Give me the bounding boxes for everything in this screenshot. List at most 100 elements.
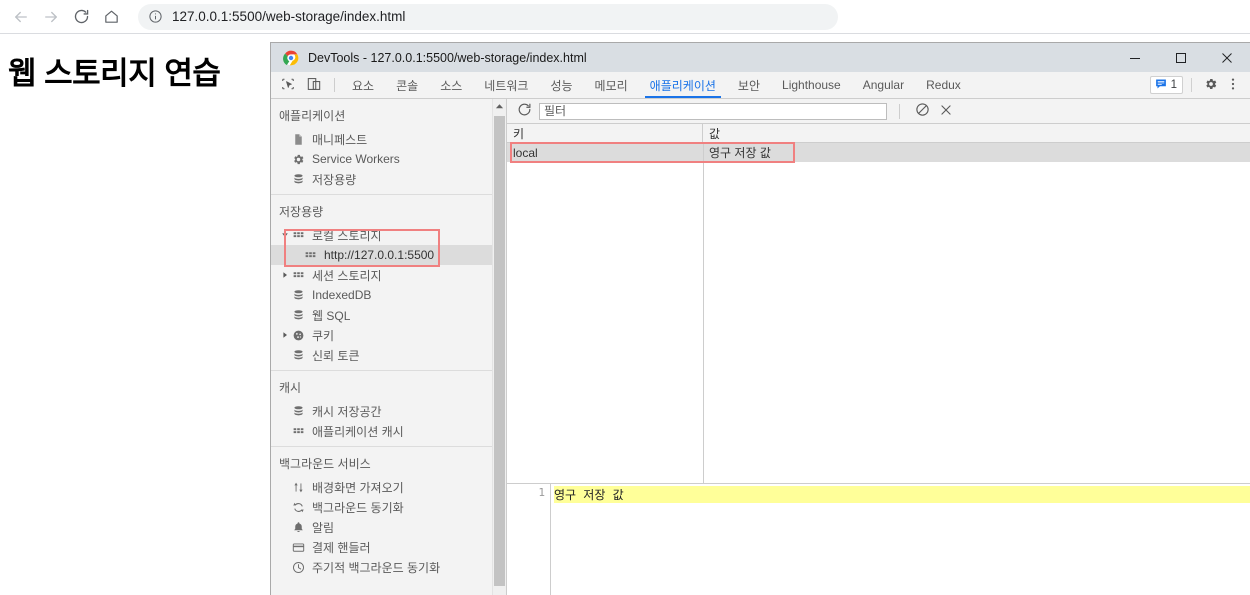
sidebar-item-label: 알림 bbox=[312, 520, 335, 535]
table-row[interactable]: local 영구 저장 값 bbox=[507, 143, 1250, 162]
sidebar-item-label: 웹 SQL bbox=[312, 308, 351, 323]
manifest-document-icon bbox=[290, 133, 307, 146]
tab-4[interactable]: 네트워크 bbox=[473, 72, 539, 98]
sidebar-item[interactable]: 쿠키 bbox=[271, 325, 492, 345]
tab-2[interactable]: 콘솔 bbox=[385, 72, 429, 98]
tabbar-actions-divider bbox=[1191, 78, 1192, 92]
cell-value[interactable]: 영구 저장 값 bbox=[703, 143, 1250, 162]
tab-5[interactable]: 성능 bbox=[539, 72, 583, 98]
message-count-badge[interactable]: 1 bbox=[1149, 76, 1183, 94]
settings-button[interactable] bbox=[1200, 77, 1222, 94]
sidebar-item[interactable]: 로컬 스토리지 bbox=[271, 225, 492, 245]
address-bar[interactable]: 127.0.0.1:5500/web-storage/index.html bbox=[138, 3, 838, 30]
sidebar-item[interactable]: http://127.0.0.1:5500 bbox=[271, 245, 492, 265]
sidebar-item[interactable]: 신뢰 토큰 bbox=[271, 345, 492, 365]
more-options-button[interactable] bbox=[1222, 77, 1244, 94]
tab-label: 요소 bbox=[352, 78, 375, 93]
sidebar-section-header: 백그라운드 서비스 bbox=[279, 457, 371, 471]
application-sidebar: 애플리케이션 매니페스트 Service Workers 저장용량 저장용량 로컬 스토리… bbox=[271, 99, 507, 595]
reload-icon bbox=[73, 8, 90, 25]
sidebar-item[interactable]: IndexedDB bbox=[271, 285, 492, 305]
message-icon bbox=[1155, 78, 1167, 93]
chevron-right-icon[interactable] bbox=[279, 271, 290, 279]
refresh-button[interactable] bbox=[513, 102, 535, 120]
preview-content[interactable]: 영구 저장 값 bbox=[551, 484, 1250, 595]
tab-label: 애플리케이션 bbox=[649, 78, 716, 93]
sync-icon bbox=[290, 501, 307, 514]
clock-icon bbox=[290, 561, 307, 574]
tab-label: 메모리 bbox=[594, 78, 628, 93]
sidebar-item-label: 결제 핸들러 bbox=[312, 540, 371, 555]
sidebar-item[interactable]: 백그라운드 동기화 bbox=[271, 497, 492, 517]
tab-3[interactable]: 소스 bbox=[429, 72, 473, 98]
forward-button[interactable] bbox=[36, 2, 66, 32]
column-divider[interactable] bbox=[703, 143, 704, 483]
sidebar-item-label: 쿠키 bbox=[312, 328, 335, 343]
devtools-titlebar[interactable]: DevTools - 127.0.0.1:5500/web-storage/in… bbox=[271, 43, 1250, 72]
database-icon bbox=[290, 405, 307, 418]
grid-storage-icon bbox=[290, 229, 307, 242]
sidebar-item[interactable]: 세션 스토리지 bbox=[271, 265, 492, 285]
inspect-element-icon bbox=[281, 77, 295, 94]
sidebar-item[interactable]: 주기적 백그라운드 동기화 bbox=[271, 557, 492, 577]
devtools-tabbar: 요소 콘솔 소스 네트워크 성능 메모리 애플리케이션 보안 Lighthouse Angular… bbox=[271, 72, 1250, 99]
tab-8[interactable]: 보안 bbox=[727, 72, 771, 98]
browser-toolbar: 127.0.0.1:5500/web-storage/index.html bbox=[0, 0, 1250, 33]
chevron-right-icon[interactable] bbox=[279, 331, 290, 339]
sidebar-item[interactable]: 알림 bbox=[271, 517, 492, 537]
back-button[interactable] bbox=[6, 2, 36, 32]
arrow-left-icon bbox=[12, 8, 30, 26]
scroll-up-arrow-icon[interactable] bbox=[493, 99, 506, 114]
column-header-value[interactable]: 값 bbox=[703, 124, 1250, 143]
toolbar-separator bbox=[0, 33, 1250, 34]
sidebar-scrollbar[interactable] bbox=[492, 99, 506, 595]
gear-icon bbox=[290, 153, 307, 166]
sidebar-item-label: IndexedDB bbox=[312, 288, 372, 302]
sidebar-scrollbar-thumb[interactable] bbox=[494, 116, 505, 586]
sidebar-item[interactable]: 배경화면 가져오기 bbox=[271, 477, 492, 497]
sidebar-section: 캐시 캐시 저장공간 애플리케이션 캐시 bbox=[271, 371, 492, 447]
clear-all-button[interactable] bbox=[910, 102, 934, 120]
sidebar-item-label: 신뢰 토큰 bbox=[312, 348, 360, 363]
sidebar-item-label: 캐시 저장공간 bbox=[312, 404, 382, 419]
value-preview-pane: 1 영구 저장 값 bbox=[507, 484, 1250, 595]
maximize-button[interactable] bbox=[1158, 43, 1204, 72]
tab-9[interactable]: Lighthouse bbox=[771, 72, 852, 98]
tab-6[interactable]: 메모리 bbox=[584, 72, 639, 98]
storage-toolbar-divider bbox=[899, 103, 900, 119]
tab-10[interactable]: Angular bbox=[852, 72, 915, 98]
delete-selected-button[interactable] bbox=[934, 103, 958, 120]
tab-label: Redux bbox=[926, 78, 961, 92]
minimize-button[interactable] bbox=[1112, 43, 1158, 72]
gear-icon bbox=[1204, 77, 1218, 94]
sidebar-item[interactable]: 결제 핸들러 bbox=[271, 537, 492, 557]
sidebar-item-label: 로컬 스토리지 bbox=[312, 228, 382, 243]
minimize-icon bbox=[1129, 52, 1141, 64]
device-toolbar-button[interactable] bbox=[301, 72, 327, 98]
chevron-down-icon[interactable] bbox=[279, 231, 290, 239]
sidebar-item-label: Service Workers bbox=[312, 152, 400, 166]
tab-11[interactable]: Redux bbox=[915, 72, 972, 98]
tab-7[interactable]: 애플리케이션 bbox=[639, 72, 727, 98]
message-count: 1 bbox=[1170, 79, 1177, 91]
reload-button[interactable] bbox=[66, 2, 96, 32]
inspect-element-button[interactable] bbox=[275, 72, 301, 98]
sidebar-item[interactable]: Service Workers bbox=[271, 149, 492, 169]
column-header-key[interactable]: 키 bbox=[507, 123, 703, 143]
sidebar-item[interactable]: 캐시 저장공간 bbox=[271, 401, 492, 421]
close-button[interactable] bbox=[1204, 43, 1250, 72]
database-icon bbox=[290, 349, 307, 362]
home-button[interactable] bbox=[96, 2, 126, 32]
info-circle-icon[interactable] bbox=[148, 9, 163, 24]
sidebar-item[interactable]: 저장용량 bbox=[271, 169, 492, 189]
cell-key[interactable]: local bbox=[507, 143, 703, 162]
cookie-icon bbox=[290, 329, 307, 342]
filter-input[interactable] bbox=[539, 102, 887, 120]
sidebar-item[interactable]: 웹 SQL bbox=[271, 305, 492, 325]
tab-1[interactable]: 요소 bbox=[341, 72, 385, 98]
database-icon bbox=[290, 309, 307, 322]
preview-line-number: 1 bbox=[507, 484, 551, 595]
sidebar-item[interactable]: 애플리케이션 캐시 bbox=[271, 421, 492, 441]
sidebar-item[interactable]: 매니페스트 bbox=[271, 129, 492, 149]
storage-toolbar bbox=[507, 99, 1250, 124]
